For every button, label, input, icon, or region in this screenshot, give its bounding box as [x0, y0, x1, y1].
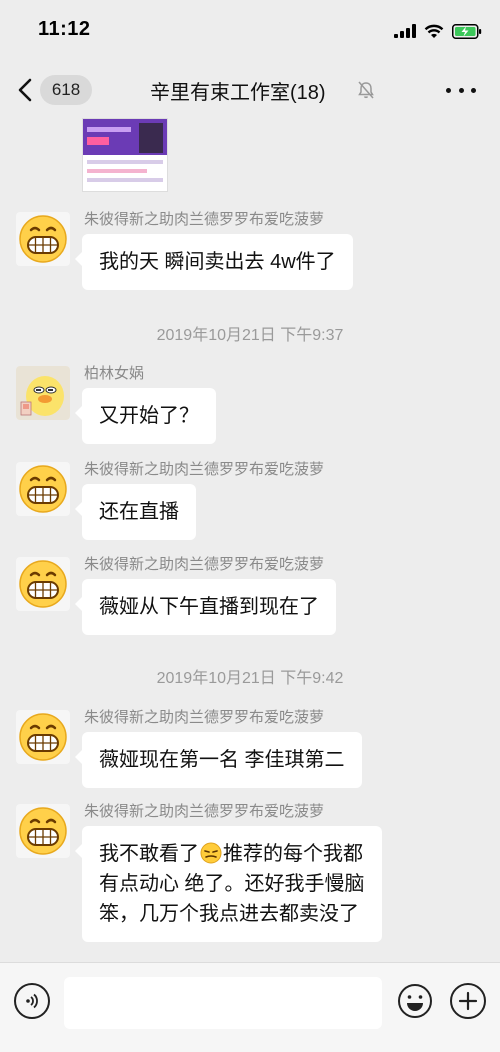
- message-bubble[interactable]: 薇娅现在第一名 李佳琪第二: [75, 732, 362, 788]
- message-bubble[interactable]: 我不敢看了 推荐的每个我都 有点动心 绝了。还好我手慢脑 笨，几万个我点进去都卖…: [75, 826, 382, 942]
- grin-emoji-icon: [19, 465, 67, 513]
- smirk-emoji-icon: [200, 842, 222, 864]
- avatar[interactable]: [16, 212, 70, 266]
- emoji-icon: [398, 984, 432, 1018]
- avatar[interactable]: [16, 462, 70, 516]
- message-line: 我不敢看了 推荐的每个我都: [99, 839, 365, 869]
- message-input[interactable]: [64, 977, 382, 1029]
- timestamp: 2019年10月21日 下午9:37: [156, 327, 344, 344]
- message-bubble[interactable]: 薇娅从下午直播到现在了: [75, 579, 336, 635]
- status-icons: [394, 20, 482, 42]
- image-message-thumbnail[interactable]: [82, 118, 168, 192]
- sender-name: 朱彼得新之助肉兰德罗罗布爱吃菠萝: [84, 556, 325, 573]
- avatar[interactable]: [16, 366, 70, 420]
- grin-emoji-icon: [19, 560, 67, 608]
- more-icon[interactable]: [446, 78, 476, 102]
- avatar[interactable]: [16, 804, 70, 858]
- message-bubble[interactable]: 还在直播: [75, 484, 196, 540]
- battery-charging-icon: [452, 23, 482, 39]
- voice-icon: [26, 993, 38, 1009]
- status-time: 11:12: [38, 18, 91, 40]
- timestamp: 2019年10月21日 下午9:42: [156, 670, 344, 687]
- sender-name: 朱彼得新之助肉兰德罗罗布爱吃菠萝: [84, 803, 325, 820]
- cellular-signal-icon: [394, 24, 416, 38]
- back-button[interactable]: 618: [18, 72, 92, 108]
- status-bar: 11:12: [0, 0, 500, 62]
- message-text: 推荐的每个我都: [223, 843, 363, 865]
- message-line: 有点动心 绝了。还好我手慢脑: [99, 873, 365, 895]
- message-bubble[interactable]: 又开始了？: [75, 388, 216, 444]
- input-bar: [0, 962, 500, 1052]
- grin-emoji-icon: [19, 713, 67, 761]
- message-line: 笨，几万个我点进去都卖没了: [99, 903, 359, 925]
- grin-emoji-icon: [19, 807, 67, 855]
- wifi-icon: [424, 24, 444, 38]
- sender-name: 朱彼得新之助肉兰德罗罗布爱吃菠萝: [84, 211, 325, 228]
- chat-title: 辛里有束工作室(18): [150, 82, 326, 104]
- sender-name: 朱彼得新之助肉兰德罗罗布爱吃菠萝: [84, 461, 325, 478]
- avatar[interactable]: [16, 710, 70, 764]
- mute-bell-icon: [358, 81, 374, 99]
- plus-icon: [458, 991, 478, 1011]
- chat-header: 618 辛里有束工作室(18): [0, 62, 500, 118]
- unread-count-badge: 618: [40, 75, 92, 105]
- plus-button[interactable]: [450, 983, 486, 1019]
- emoji-button[interactable]: [397, 983, 433, 1019]
- back-chevron-icon: [18, 78, 32, 102]
- sender-name: 朱彼得新之助肉兰德罗罗布爱吃菠萝: [84, 709, 325, 726]
- message-bubble[interactable]: 我的天 瞬间卖出去 4w件了: [75, 234, 353, 290]
- grin-emoji-icon: [19, 215, 67, 263]
- cartoon-duck-icon: [16, 366, 70, 420]
- voice-button[interactable]: [14, 983, 50, 1019]
- sender-name: 柏林女娲: [84, 365, 145, 382]
- message-text: 我不敢看了: [99, 843, 199, 865]
- avatar[interactable]: [16, 557, 70, 611]
